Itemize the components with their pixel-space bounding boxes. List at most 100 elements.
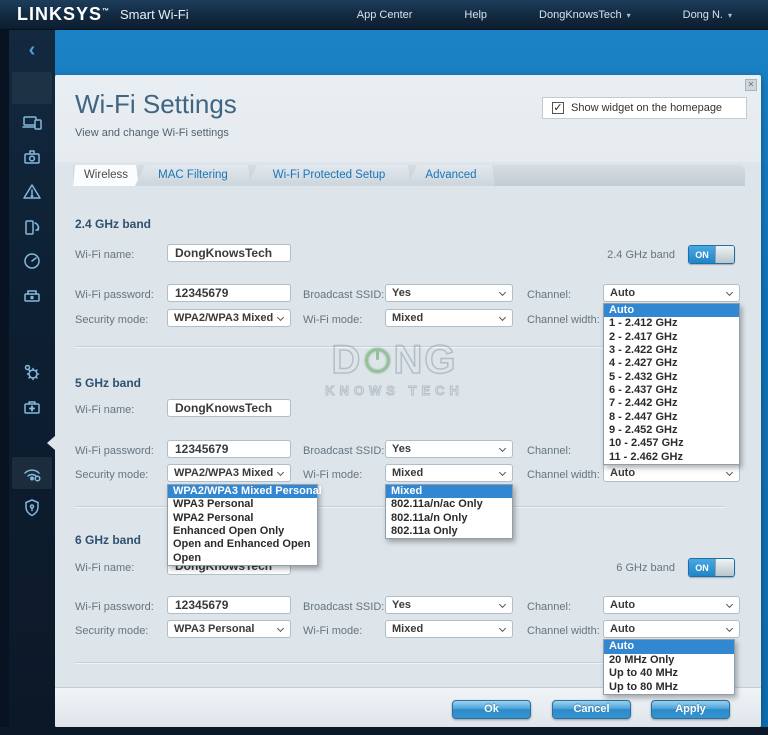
chevron-down-icon [499, 289, 506, 296]
band6-channel-width-select[interactable]: Auto [603, 620, 740, 638]
band5-wifi-mode-select[interactable]: Mixed [385, 464, 513, 482]
dropdown-option[interactable]: Open and Enhanced Open [168, 538, 317, 551]
band5-broadcast-ssid-select[interactable]: Yes [385, 440, 513, 458]
dropdown-option[interactable]: 6 - 2.437 GHz [604, 384, 739, 397]
nav-user-menu[interactable]: Dong N.▾ [683, 9, 732, 21]
dropdown-option[interactable]: 8 - 2.447 GHz [604, 411, 739, 424]
band24-channel-select[interactable]: Auto [603, 284, 740, 302]
chevron-down-icon [499, 469, 506, 476]
sidebar-collapse-chevron-icon[interactable]: ‹ [12, 38, 52, 64]
dropdown-option[interactable]: Enhanced Open Only [168, 525, 317, 538]
top-nav: App Center Help DongKnowsTech▾ Dong N.▾ [331, 0, 758, 30]
nav-app-center[interactable]: App Center [357, 9, 413, 21]
band6-broadcast-ssid-select[interactable]: Yes [385, 596, 513, 614]
dropdown-option[interactable]: 11 - 2.462 GHz [604, 451, 739, 464]
dropdown-option[interactable]: 9 - 2.452 GHz [604, 424, 739, 437]
cancel-button[interactable]: Cancel [552, 700, 631, 719]
sidebar-item-troubleshooting[interactable] [12, 391, 52, 423]
chevron-down-icon [499, 314, 506, 321]
band6-security-mode-select[interactable]: WPA3 Personal [167, 620, 291, 638]
band5-wifi-password-label: Wi-Fi password: [75, 445, 154, 457]
sidebar-item-external-storage[interactable] [12, 280, 52, 312]
band5-wifi-mode-label: Wi-Fi mode: [303, 469, 362, 481]
sidebar-item-media-prioritization[interactable] [12, 211, 52, 243]
band24-wifi-password-input[interactable] [167, 284, 291, 302]
sidebar-item-wireless[interactable] [12, 457, 52, 489]
dropdown-option[interactable]: 802.11a Only [386, 525, 512, 538]
dropdown-option[interactable]: 20 MHz Only [604, 654, 734, 668]
dropdown-option[interactable]: 5 - 2.432 GHz [604, 371, 739, 384]
sidebar-item-parental-controls[interactable] [12, 176, 52, 208]
dropdown-option[interactable]: WPA2/WPA3 Mixed Personal [168, 485, 317, 498]
band24-wifi-name-input[interactable] [167, 244, 291, 262]
band6-wifi-password-input[interactable] [167, 596, 291, 614]
dropdown-option[interactable]: 3 - 2.422 GHz [604, 344, 739, 357]
dropdown-option[interactable]: Open [168, 552, 317, 565]
dropdown-option[interactable]: 10 - 2.457 GHz [604, 437, 739, 450]
nav-help[interactable]: Help [464, 9, 487, 21]
band6-channel-select[interactable]: Auto [603, 596, 740, 614]
dropdown-option[interactable]: Auto [604, 640, 734, 654]
tab-mac-filtering[interactable]: MAC Filtering [135, 165, 251, 186]
chevron-down-icon [499, 601, 506, 608]
chevron-down-icon [277, 625, 284, 632]
chevron-down-icon: ▾ [728, 11, 732, 20]
chevron-down-icon [726, 469, 733, 476]
sidebar-item-guest-access[interactable] [12, 141, 52, 173]
band5-channel-width-select[interactable]: Auto [603, 464, 740, 482]
band24-header: 2.4 GHz band [75, 217, 151, 231]
dropdown-option[interactable]: 802.11a/n Only [386, 512, 512, 525]
tab-wireless[interactable]: Wireless [73, 165, 139, 186]
toggle-knob [715, 246, 734, 263]
band6-wifi-mode-label: Wi-Fi mode: [303, 625, 362, 637]
apply-button[interactable]: Apply [651, 700, 730, 719]
sidebar-item-security[interactable] [12, 492, 52, 524]
dropdown-option[interactable]: Auto [604, 304, 739, 317]
band24-wifi-mode-label: Wi-Fi mode: [303, 314, 362, 326]
dropdown-option[interactable]: WPA2 Personal [168, 512, 317, 525]
dropdown-option[interactable]: 802.11a/n/ac Only [386, 498, 512, 511]
band5-wifi-password-input[interactable] [167, 440, 291, 458]
band5-security-mode-select[interactable]: WPA2/WPA3 Mixed Personal [167, 464, 291, 482]
close-icon[interactable]: ✕ [745, 79, 757, 91]
dropdown-option[interactable]: WPA3 Personal [168, 498, 317, 511]
nav-account-menu[interactable]: DongKnowsTech▾ [539, 9, 631, 21]
band6-toggle[interactable]: ON [688, 558, 735, 577]
dropdown-option[interactable]: 7 - 2.442 GHz [604, 397, 739, 410]
band5-wifi-name-input[interactable] [167, 399, 291, 417]
band6-broadcast-ssid-label: Broadcast SSID: [303, 601, 384, 613]
dropdown-option[interactable]: 2 - 2.417 GHz [604, 331, 739, 344]
chevron-down-icon [499, 445, 506, 452]
dropdown-option[interactable]: 4 - 2.427 GHz [604, 357, 739, 370]
band6-wifi-mode-select[interactable]: Mixed [385, 620, 513, 638]
band5-security-mode-label: Security mode: [75, 469, 148, 481]
chevron-down-icon [726, 601, 733, 608]
sidebar-item-connectivity[interactable] [12, 356, 52, 388]
chevron-down-icon [277, 469, 284, 476]
sidebar-item-home[interactable] [12, 72, 52, 104]
band24-wifi-mode-select[interactable]: Mixed [385, 309, 513, 327]
show-widget-checkbox[interactable]: ✓ [552, 102, 564, 114]
band5-channel-label: Channel: [527, 445, 571, 457]
tab-wifi-protected-setup[interactable]: Wi-Fi Protected Setup [247, 165, 411, 186]
band24-toggle[interactable]: ON [688, 245, 735, 264]
chevron-down-icon [726, 625, 733, 632]
dropdown-option[interactable]: 1 - 2.412 GHz [604, 317, 739, 330]
tab-advanced[interactable]: Advanced [407, 165, 495, 186]
sidebar-item-speed-test[interactable] [12, 245, 52, 277]
sidebar-item-device-list[interactable] [12, 106, 52, 138]
band6-wifi-name-label: Wi-Fi name: [75, 562, 134, 574]
band24-toggle-label: 2.4 GHz band [510, 249, 675, 261]
dropdown-option[interactable]: Mixed [386, 485, 512, 498]
band5-header: 5 GHz band [75, 376, 141, 390]
band24-broadcast-ssid-select[interactable]: Yes [385, 284, 513, 302]
media-prioritization-icon [22, 217, 42, 237]
dropdown-option[interactable]: Up to 80 MHz [604, 681, 734, 695]
parental-controls-icon [22, 182, 42, 202]
ok-button[interactable]: Ok [452, 700, 531, 719]
selected-item-notch [47, 436, 55, 450]
chevron-down-icon [277, 314, 284, 321]
dropdown-option[interactable]: Up to 40 MHz [604, 667, 734, 681]
band24-security-mode-select[interactable]: WPA2/WPA3 Mixed Personal [167, 309, 291, 327]
band6-channel-width-label: Channel width: [527, 625, 600, 637]
